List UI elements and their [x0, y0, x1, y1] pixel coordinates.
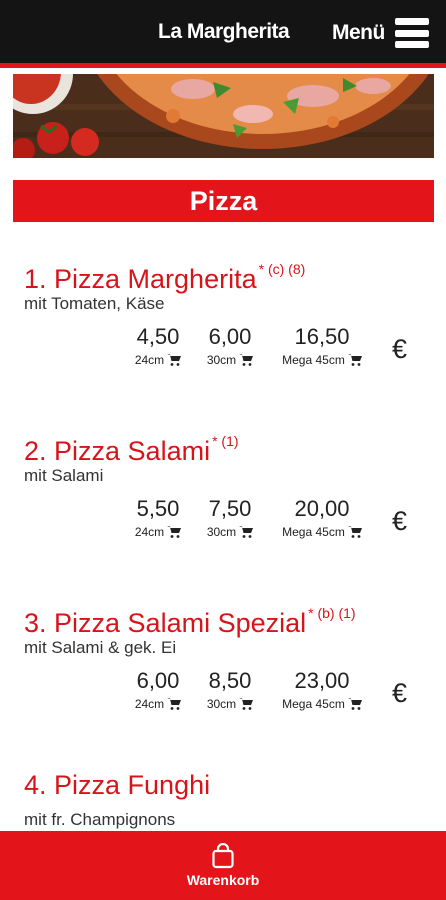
shopping-bag-icon — [212, 843, 234, 869]
add-to-cart-30cm[interactable]: 30cm — [207, 697, 254, 711]
menu-button[interactable]: Menü — [332, 14, 436, 52]
price-value: 8,50 — [208, 668, 252, 693]
price-option: 4,50 24cm — [126, 324, 190, 369]
shopping-cart-icon — [347, 698, 362, 710]
shopping-cart-icon — [347, 526, 362, 538]
pizza-illustration — [13, 74, 434, 158]
price-value: 7,50 — [208, 496, 252, 521]
item-title[interactable]: 3. Pizza Salami Spezial * (b) (1) — [24, 596, 356, 640]
add-to-cart-24cm[interactable]: 24cm — [135, 525, 182, 539]
item-footnotes: * (b) (1) — [308, 605, 356, 621]
price-option: 6,00 30cm — [198, 324, 262, 369]
add-to-cart-24cm[interactable]: 24cm — [135, 353, 182, 367]
item-description: mit fr. Champignons — [24, 810, 176, 829]
currency-symbol: € — [392, 678, 408, 708]
hamburger-icon — [394, 16, 429, 50]
price-value: 23,00 — [294, 668, 350, 693]
item-title[interactable]: 2. Pizza Salami * (1) — [24, 424, 239, 468]
item-description: mit Tomaten, Käse — [24, 294, 165, 313]
item-title[interactable]: 4. Pizza Funghi — [24, 768, 210, 802]
cart-label: Warenkorb — [186, 872, 260, 888]
top-app-bar: La Margherita Menü — [0, 0, 446, 68]
price-value: 6,00 — [208, 324, 252, 349]
currency-symbol: € — [392, 334, 408, 364]
add-to-cart-30cm[interactable]: 30cm — [207, 353, 254, 367]
item-footnotes: * (1) — [212, 433, 239, 449]
section-header-pizza: Pizza — [13, 180, 434, 222]
hero-pizza-image — [13, 74, 434, 158]
cart-nav-button[interactable]: Warenkorb — [0, 831, 446, 900]
price-option: 8,50 30cm — [198, 668, 262, 713]
brand-title: La Margherita — [158, 20, 290, 43]
item-description: mit Salami & gek. Ei — [24, 638, 177, 657]
currency-symbol: € — [392, 506, 408, 536]
shopping-cart-icon — [167, 526, 182, 538]
shopping-cart-icon — [239, 526, 254, 538]
price-option: 5,50 24cm — [126, 496, 190, 541]
shopping-cart-icon — [239, 698, 254, 710]
price-value: 5,50 — [136, 496, 180, 521]
add-to-cart-30cm[interactable]: 30cm — [207, 525, 254, 539]
price-option: 6,00 24cm — [126, 668, 190, 713]
item-footnotes: * (c) (8) — [258, 261, 306, 277]
price-value: 16,50 — [294, 324, 350, 349]
shopping-cart-icon — [167, 354, 182, 366]
shopping-cart-icon — [167, 698, 182, 710]
add-to-cart-mega-45cm[interactable]: Mega 45cm — [282, 353, 362, 367]
price-option: 7,50 30cm — [198, 496, 262, 541]
add-to-cart-mega-45cm[interactable]: Mega 45cm — [282, 525, 362, 539]
add-to-cart-mega-45cm[interactable]: Mega 45cm — [282, 697, 362, 711]
item-description: mit Salami — [24, 466, 104, 485]
price-option: 23,00 Mega 45cm — [268, 668, 376, 713]
price-value: 20,00 — [294, 496, 350, 521]
shopping-cart-icon — [239, 354, 254, 366]
add-to-cart-24cm[interactable]: 24cm — [135, 697, 182, 711]
menu-label: Menü — [332, 21, 385, 44]
price-value: 4,50 — [136, 324, 180, 349]
shopping-cart-icon — [347, 354, 362, 366]
price-option: 20,00 Mega 45cm — [268, 496, 376, 541]
item-title[interactable]: 1. Pizza Margherita * (c) (8) — [24, 252, 305, 296]
price-option: 16,50 Mega 45cm — [268, 324, 376, 369]
price-value: 6,00 — [136, 668, 180, 693]
